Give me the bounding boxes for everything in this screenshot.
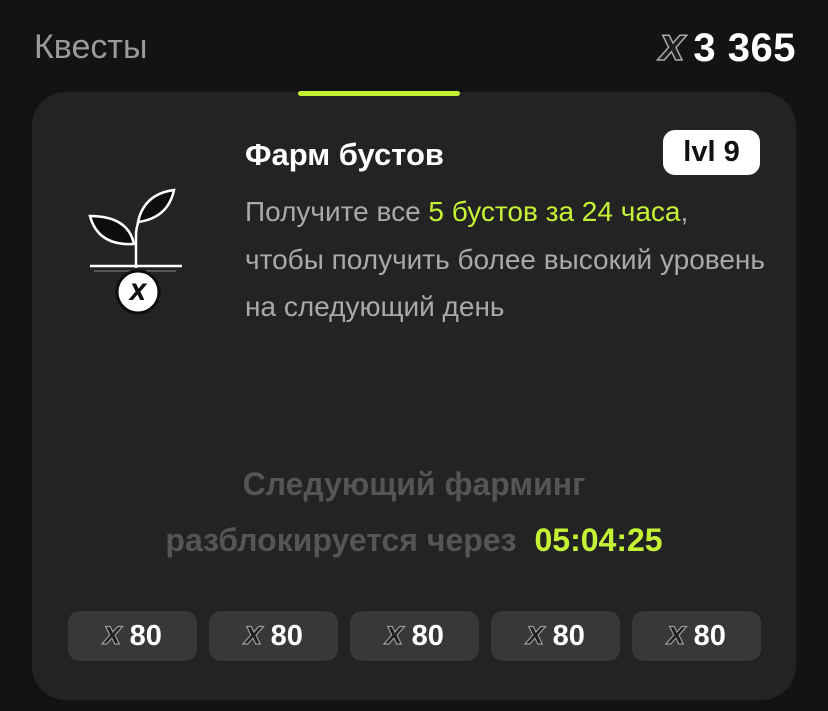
x-token-icon: X xyxy=(385,622,405,650)
quest-description-part1: Получите все xyxy=(245,196,429,227)
next-farming-info: Следующий фарминг разблокируется через 05… xyxy=(32,456,796,568)
balance-value: 3 365 xyxy=(693,26,796,70)
x-token-icon: X xyxy=(658,28,686,69)
next-farming-line2: разблокируется через xyxy=(165,522,517,558)
x-token-icon: X xyxy=(667,622,687,650)
reward-value: 80 xyxy=(129,619,162,652)
reward-pill: X 80 xyxy=(491,611,620,661)
sprout-x-icon: X xyxy=(88,188,182,315)
reward-pill: X 80 xyxy=(632,611,761,661)
quest-card xyxy=(32,92,796,700)
reward-pill: X 80 xyxy=(68,611,197,661)
x-token-icon: X xyxy=(244,622,264,650)
quest-description: Получите все 5 бустов за 24 часа, чтобы … xyxy=(245,188,765,331)
reward-value: 80 xyxy=(693,619,726,652)
reward-value: 80 xyxy=(552,619,585,652)
page-title: Квесты xyxy=(34,28,148,66)
quest-description-highlight: 5 бустов за 24 часа xyxy=(428,196,681,227)
next-farming-line1: Следующий фарминг xyxy=(242,466,586,502)
quest-title: Фарм бустов xyxy=(245,137,444,172)
countdown-timer: 05:04:25 xyxy=(534,522,663,558)
next-farming-line2-wrap: разблокируется через 05:04:25 xyxy=(32,512,796,568)
reward-pill: X 80 xyxy=(209,611,338,661)
balance: X 3 365 xyxy=(658,26,796,71)
x-token-icon: X xyxy=(526,622,546,650)
tab-indicator xyxy=(298,91,460,96)
level-badge: lvl 9 xyxy=(663,130,760,175)
reward-value: 80 xyxy=(270,619,303,652)
header: Квесты X 3 365 xyxy=(0,0,828,92)
reward-pill: X 80 xyxy=(350,611,479,661)
svg-text:X: X xyxy=(128,281,148,306)
rewards-row: X 80 X 80 X 80 X 80 X 80 xyxy=(68,611,761,661)
x-token-icon: X xyxy=(103,622,123,650)
reward-value: 80 xyxy=(411,619,444,652)
